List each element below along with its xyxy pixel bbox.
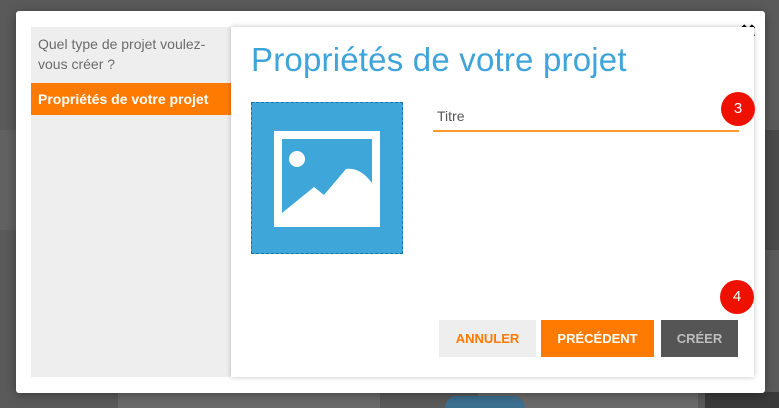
cancel-button[interactable]: ANNULER [439, 320, 536, 357]
background-content [705, 392, 779, 408]
project-title-input[interactable] [433, 102, 739, 132]
step-project-type[interactable]: Quel type de projet voulez-vous créer ? [31, 27, 231, 81]
wizard-steps-sidebar: Quel type de projet voulez-vous créer ? … [31, 27, 231, 377]
image-icon [274, 131, 380, 227]
step-project-properties[interactable]: Propriétés de votre projet [31, 83, 231, 115]
step-badge: 3 [721, 92, 755, 126]
background-content [118, 392, 380, 408]
create-button[interactable]: CRÉER [661, 320, 738, 357]
page-title: Propriétés de votre projet [251, 41, 627, 78]
project-properties-panel: Propriétés de votre projet 3 4 ANNULER P… [231, 27, 755, 377]
previous-button[interactable]: PRÉCÉDENT [541, 320, 654, 357]
background-content [765, 130, 779, 250]
background-content [445, 396, 525, 408]
step-badge: 4 [720, 280, 754, 314]
create-project-dialog: ✖ Quel type de projet voulez-vous créer … [16, 11, 765, 393]
project-image-picker[interactable] [251, 102, 403, 254]
